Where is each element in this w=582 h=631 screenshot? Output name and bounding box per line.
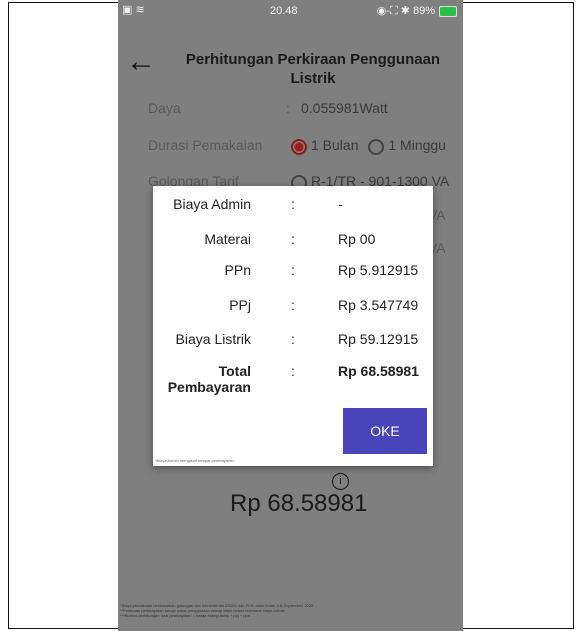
dialog-value: Rp 5.912915 — [338, 262, 419, 278]
separator: : — [291, 262, 295, 278]
status-right: ◉-⛶ ✱ 89% — [377, 4, 457, 18]
status-bar: ▣ ≋ 20.48 ◉-⛶ ✱ 89% — [118, 0, 463, 22]
total-value: Rp 68.58981 — [338, 363, 419, 379]
separator: : — [291, 297, 295, 313]
result-total: Rp 68.58981 — [230, 490, 368, 517]
total-label: Total Pembayaran — [168, 363, 251, 395]
info-icon[interactable]: i — [332, 473, 349, 490]
battery-icon — [439, 5, 457, 17]
dialog-label: Biaya Listrik — [175, 331, 251, 347]
dialog-note: *Biaya Admin mengikuti tempat pembayaran — [155, 458, 234, 463]
durasi-label: Durasi Pemakaian — [148, 137, 263, 153]
footnote: *Biaya pemakaian berdasarkan golongan da… — [120, 603, 460, 618]
radio-selected-icon — [291, 139, 307, 155]
notification-icons: ▣ ≋ — [122, 4, 145, 16]
daya-label: Daya — [148, 100, 181, 116]
separator: : — [291, 363, 295, 379]
radio-1-bulan[interactable]: 1 Bulan — [291, 137, 362, 155]
status-time: 20.48 — [270, 5, 298, 17]
dialog-label: Biaya Admin — [173, 196, 251, 212]
dialog-value: Rp 3.547749 — [338, 297, 419, 313]
daya-row: Daya : 0.055981Watt — [148, 100, 388, 116]
dialog-label: PPn — [224, 262, 251, 278]
daya-value: 0.055981Watt — [301, 100, 388, 116]
total-label-line1: Total — [218, 363, 251, 379]
dialog-label: Materai — [204, 231, 251, 247]
dialog-value: - — [338, 196, 343, 212]
radio-1-bulan-label: 1 Bulan — [311, 137, 359, 153]
durasi-options: 1 Bulan 1 Minggu — [291, 137, 446, 155]
separator: : — [291, 196, 295, 212]
durasi-row: Durasi Pemakaian 1 Bulan 1 Minggu — [148, 137, 446, 155]
footnote-line: ***Rumus perhitungan total pembayaran = … — [120, 613, 250, 618]
radio-unselected-icon — [368, 139, 385, 155]
radio-1-minggu[interactable]: 1 Minggu — [368, 137, 446, 155]
back-arrow-icon[interactable]: ← — [126, 47, 156, 77]
dialog-value: Rp 00 — [338, 231, 376, 247]
oke-button[interactable]: OKE — [343, 408, 427, 454]
radio-1-minggu-label: 1 Minggu — [388, 137, 446, 153]
separator: : — [286, 100, 290, 116]
separator: : — [291, 331, 295, 347]
total-label-line2: Pembayaran — [167, 379, 251, 395]
payment-dialog: Biaya Admin : - Materai : Rp 00 PPn : Rp… — [153, 186, 433, 466]
dialog-value: Rp 59.12915 — [338, 331, 419, 347]
page-title: Perhitungan Perkiraan Penggunaan Listrik — [185, 51, 441, 87]
separator: : — [291, 231, 295, 247]
status-indicators: ◉-⛶ ✱ 89% — [376, 5, 435, 17]
dialog-label: PPj — [229, 297, 251, 313]
app-header: ← Perhitungan Perkiraan Penggunaan Listr… — [118, 45, 463, 100]
